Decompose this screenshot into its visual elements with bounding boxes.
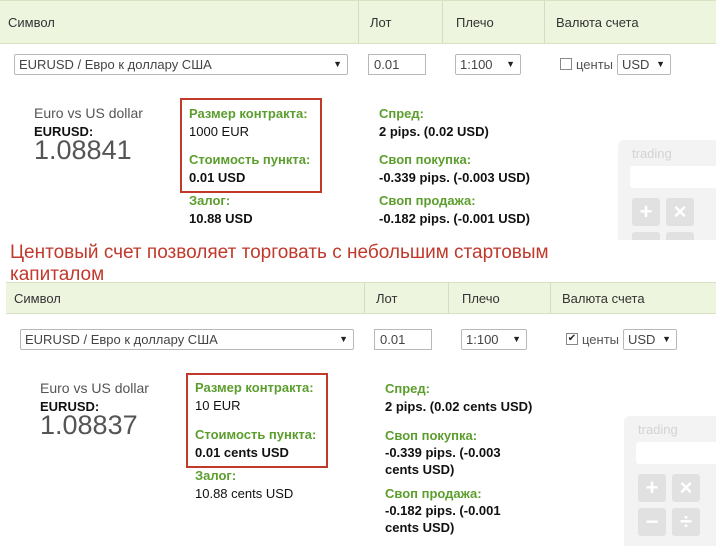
symbol-price: 1.08837 [40, 410, 138, 440]
symbol-select-value: EURUSD / Евро к доллару США [19, 57, 212, 72]
symbol-title: Euro vs US dollar [40, 380, 149, 396]
minus-icon: − [632, 232, 660, 240]
margin-label: Залог: [189, 193, 231, 208]
header-divider [442, 1, 443, 43]
leverage-select-value: 1:100 [460, 57, 493, 72]
pip-value-value: 0.01 cents USD [195, 445, 289, 460]
spread-value: 2 pips. (0.02 USD) [379, 124, 489, 139]
lot-input[interactable]: 0.01 [374, 329, 432, 350]
minus-icon: − [638, 508, 666, 536]
spread-value: 2 pips. (0.02 cents USD) [385, 399, 533, 414]
chevron-down-icon: ▼ [506, 59, 515, 69]
calculator-title: trading [632, 146, 672, 161]
contract-size-label: Размер контракта: [195, 380, 314, 395]
swap-buy-value-line2: cents USD) [385, 462, 455, 477]
header-leverage: Плечо [456, 14, 494, 30]
chevron-down-icon: ▼ [656, 59, 665, 69]
calculator-panel-standard: Символ Лот Плечо Валюта счета EURUSD / Е… [0, 0, 716, 240]
margin-value: 10.88 cents USD [195, 486, 294, 501]
pip-value-label: Стоимость пункта: [195, 427, 317, 442]
header-divider [364, 283, 365, 313]
currency-select[interactable]: USD ▼ [617, 54, 671, 75]
spread-label: Спред: [379, 106, 424, 121]
leverage-select[interactable]: 1:100 ▼ [461, 329, 527, 350]
header-lot: Лот [370, 14, 392, 30]
pip-value-value: 0.01 USD [189, 170, 246, 185]
calculator-screen [630, 166, 716, 188]
table-header: Символ Лот Плечо Валюта счета [0, 0, 716, 44]
leverage-select[interactable]: 1:100 ▼ [455, 54, 521, 75]
cents-label: центы [576, 57, 614, 72]
swap-sell-value-line2: cents USD) [385, 520, 455, 535]
swap-sell-label: Своп продажа: [379, 193, 476, 208]
trading-calculator-widget: trading + × − ÷ [624, 416, 716, 546]
swap-buy-value-line1: -0.339 pips. (-0.003 [385, 445, 501, 460]
header-leverage: Плечо [462, 290, 500, 306]
swap-buy-label: Своп покупка: [379, 152, 472, 167]
calculator-title: trading [638, 422, 678, 437]
chevron-down-icon: ▼ [339, 334, 348, 344]
currency-select[interactable]: USD ▼ [623, 329, 677, 350]
swap-buy-label: Своп покупка: [385, 428, 478, 443]
times-icon: × [672, 474, 700, 502]
symbol-price: 1.08841 [34, 135, 132, 165]
symbol-title: Euro vs US dollar [34, 105, 143, 121]
swap-sell-value: -0.182 pips. (-0.001 USD) [379, 211, 530, 226]
header-divider [550, 283, 551, 313]
contract-size-value: 10 EUR [195, 398, 241, 413]
divide-icon: ÷ [672, 508, 700, 536]
chevron-down-icon: ▼ [662, 334, 671, 344]
trading-calculator-widget: trading + × − ÷ [618, 140, 716, 240]
caption-banner: Центовый счет позволяет торговать с небо… [0, 240, 716, 285]
plus-icon: + [638, 474, 666, 502]
divide-icon: ÷ [666, 232, 694, 240]
header-symbol: Символ [8, 14, 55, 30]
currency-select-value: USD [622, 57, 650, 72]
header-divider [448, 283, 449, 313]
symbol-select[interactable]: EURUSD / Евро к доллару США ▼ [20, 329, 354, 350]
header-account-currency: Валюта счета [556, 14, 639, 30]
calculator-panel-cent: Символ Лот Плечо Валюта счета EURUSD / Е… [6, 282, 716, 546]
header-symbol: Символ [14, 290, 61, 306]
header-lot: Лот [376, 290, 398, 306]
cents-checkbox[interactable]: ✔ [566, 333, 578, 345]
lot-input[interactable]: 0.01 [368, 54, 426, 75]
caption-text: Центовый счет позволяет торговать с небо… [10, 242, 549, 285]
header-account-currency: Валюта счета [562, 290, 645, 306]
margin-value: 10.88 USD [189, 211, 253, 226]
plus-icon: + [632, 198, 660, 226]
table-header: Символ Лот Плечо Валюта счета [6, 282, 716, 314]
symbol-select-value: EURUSD / Евро к доллару США [25, 332, 218, 347]
contract-size-label: Размер контракта: [189, 106, 308, 121]
contract-size-value: 1000 EUR [189, 124, 249, 139]
swap-buy-value: -0.339 pips. (-0.003 USD) [379, 170, 530, 185]
leverage-select-value: 1:100 [466, 332, 499, 347]
chevron-down-icon: ▼ [333, 59, 342, 69]
pip-value-label: Стоимость пункта: [189, 152, 311, 167]
header-divider [358, 1, 359, 43]
swap-sell-label: Своп продажа: [385, 486, 482, 501]
cents-checkbox[interactable] [560, 58, 572, 70]
chevron-down-icon: ▼ [512, 334, 521, 344]
symbol-select[interactable]: EURUSD / Евро к доллару США ▼ [14, 54, 348, 75]
cents-label: центы [582, 332, 620, 347]
currency-select-value: USD [628, 332, 656, 347]
spread-label: Спред: [385, 381, 430, 396]
times-icon: × [666, 198, 694, 226]
margin-label: Залог: [195, 468, 237, 483]
header-divider [544, 1, 545, 43]
calculator-screen [636, 442, 716, 464]
swap-sell-value-line1: -0.182 pips. (-0.001 [385, 503, 501, 518]
